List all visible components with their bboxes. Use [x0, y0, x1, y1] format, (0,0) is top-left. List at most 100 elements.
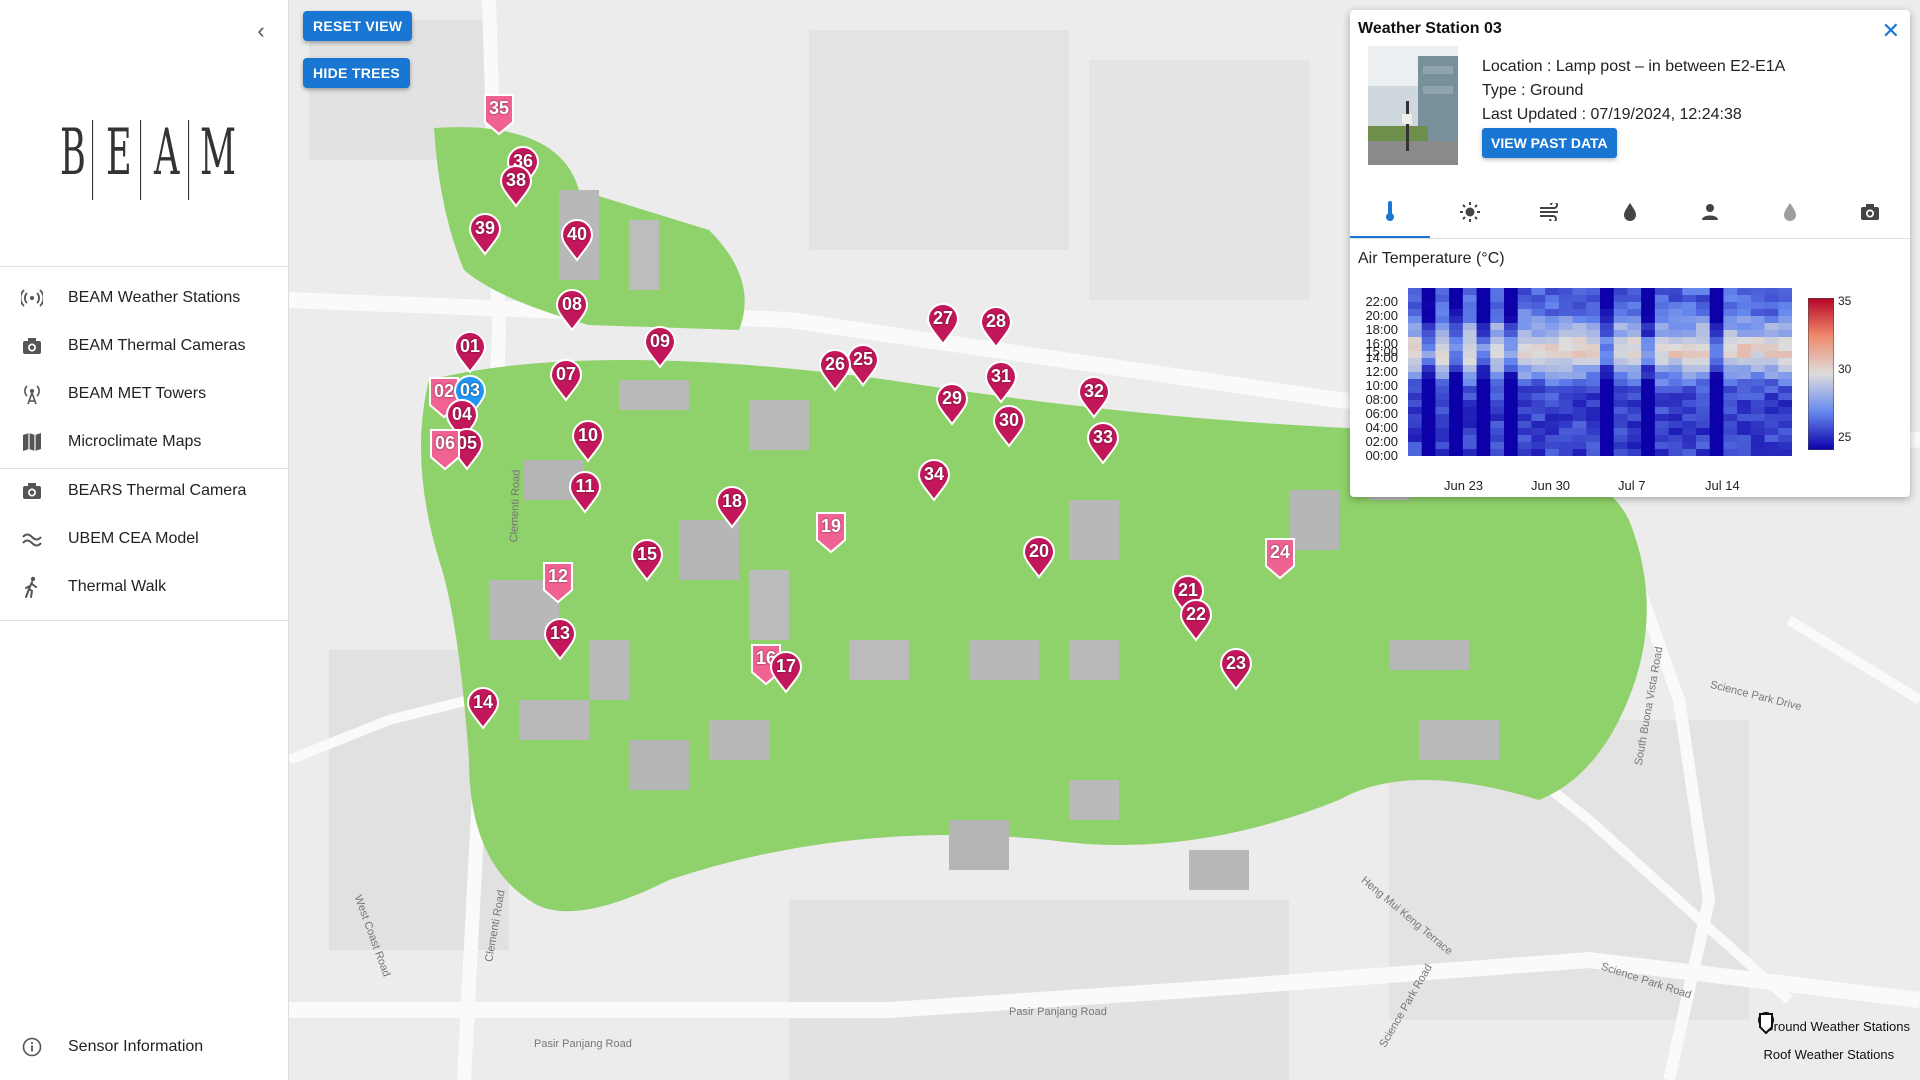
road-label: Clementi Road [508, 469, 523, 543]
station-pin-07[interactable]: 07 [549, 358, 583, 402]
heatmap-cell [1641, 379, 1656, 387]
heatmap-cell [1668, 330, 1683, 338]
view-past-data-button[interactable]: VIEW PAST DATA [1482, 128, 1617, 158]
station-pin-13[interactable]: 13 [543, 617, 577, 661]
station-pin-06[interactable]: 06 [428, 427, 462, 471]
tab-humidity[interactable] [1590, 190, 1670, 238]
station-pin-10[interactable]: 10 [571, 419, 605, 463]
station-pin-18[interactable]: 18 [715, 485, 749, 529]
heatmap-cell [1572, 302, 1587, 310]
station-pin-01[interactable]: 01 [453, 330, 487, 374]
heatmap-cell [1696, 358, 1711, 366]
heatmap-cell [1408, 365, 1423, 373]
heatmap-cell [1435, 358, 1450, 366]
station-pin-11[interactable]: 11 [568, 470, 602, 514]
heatmap-cell [1531, 400, 1546, 408]
heatmap-cell [1778, 442, 1792, 450]
station-pin-17[interactable]: 17 [769, 650, 803, 694]
station-pin-23[interactable]: 23 [1219, 647, 1253, 691]
nav-bears-thermal-camera[interactable]: BEARS Thermal Camera [0, 468, 289, 514]
colorbar [1808, 298, 1834, 450]
nav-beam-thermal-cameras[interactable]: BEAM Thermal Cameras [0, 323, 289, 369]
tab-person[interactable] [1670, 190, 1750, 238]
heatmap-cell [1627, 351, 1642, 359]
heatmap-cell [1421, 449, 1436, 456]
station-pin-20[interactable]: 20 [1022, 535, 1056, 579]
heatmap-cell [1421, 407, 1436, 415]
station-pin-39[interactable]: 39 [468, 212, 502, 256]
nav-sensor-information[interactable]: Sensor Information [0, 1024, 289, 1070]
station-pin-22[interactable]: 22 [1179, 598, 1213, 642]
heatmap-cell [1449, 358, 1464, 366]
divider [0, 620, 289, 621]
heatmap-cell [1709, 288, 1724, 296]
tab-wind[interactable] [1510, 190, 1590, 238]
station-pin-31[interactable]: 31 [984, 360, 1018, 404]
heatmap-cell [1750, 379, 1765, 387]
heatmap-cell [1778, 295, 1792, 303]
heatmap-cell [1476, 309, 1491, 317]
station-pin-label: 28 [985, 311, 1007, 331]
heatmap-cell [1600, 323, 1615, 331]
heatmap-cell [1668, 407, 1683, 415]
heatmap-cell [1408, 407, 1423, 415]
tab-temperature[interactable] [1350, 190, 1430, 238]
heatmap-cell [1613, 386, 1628, 394]
station-pin-26[interactable]: 26 [818, 348, 852, 392]
heatmap-cell [1462, 295, 1477, 303]
station-pin-30[interactable]: 30 [992, 404, 1026, 448]
heatmap-cell [1408, 295, 1423, 303]
heatmap-cell [1668, 449, 1683, 456]
station-pin-15[interactable]: 15 [630, 538, 664, 582]
station-pin-33[interactable]: 33 [1086, 421, 1120, 465]
heatmap-cell [1654, 351, 1669, 359]
heatmap-cell [1737, 323, 1752, 331]
nav-microclimate-maps[interactable]: Microclimate Maps [0, 419, 289, 465]
tab-rain[interactable] [1750, 190, 1830, 238]
heatmap-cell [1682, 323, 1697, 331]
station-pin-09[interactable]: 09 [643, 325, 677, 369]
station-pin-28[interactable]: 28 [979, 305, 1013, 349]
station-pin-label: 08 [561, 294, 583, 314]
heatmap-cell [1696, 288, 1711, 296]
heatmap-cell [1586, 393, 1601, 401]
heatmap-cell [1654, 421, 1669, 429]
heatmap-cell [1421, 379, 1436, 387]
heatmap-cell [1435, 372, 1450, 380]
heatmap-cell [1421, 386, 1436, 394]
hide-trees-button[interactable]: HIDE TREES [303, 58, 411, 88]
heatmap-cell [1600, 442, 1615, 450]
nav-thermal-walk[interactable]: Thermal Walk [0, 564, 289, 610]
heatmap-cell [1517, 330, 1532, 338]
nav-ubem-cea-model[interactable]: UBEM CEA Model [0, 516, 289, 562]
last-updated-text: Last Updated : 07/19/2024, 12:24:38 [1482, 106, 1742, 123]
station-pin-14[interactable]: 14 [466, 686, 500, 730]
heatmap-cell [1737, 372, 1752, 380]
station-pin-40[interactable]: 40 [560, 218, 594, 262]
station-pin-34[interactable]: 34 [917, 458, 951, 502]
heatmap-cell [1531, 372, 1546, 380]
tab-camera[interactable] [1830, 190, 1910, 238]
heatmap-cell [1641, 393, 1656, 401]
tab-solar[interactable] [1430, 190, 1510, 238]
heatmap-cell [1696, 351, 1711, 359]
road-label: Pasir Panjang Road [1009, 1006, 1107, 1018]
heatmap-cell [1586, 344, 1601, 352]
heatmap-cell [1641, 351, 1656, 359]
close-icon[interactable]: ✕ [1882, 18, 1900, 44]
nav-beam-weather-stations[interactable]: BEAM Weather Stations [0, 275, 289, 321]
station-pin-12[interactable]: 12 [541, 560, 575, 604]
station-pin-35[interactable]: 35 [482, 92, 516, 136]
station-pin-24[interactable]: 24 [1263, 536, 1297, 580]
station-pin-19[interactable]: 19 [814, 510, 848, 554]
station-pin-38[interactable]: 38 [499, 164, 533, 208]
collapse-sidebar-icon[interactable]: ‹ [250, 20, 272, 42]
station-pin-29[interactable]: 29 [935, 382, 969, 426]
station-pin-08[interactable]: 08 [555, 288, 589, 332]
nav-beam-met-towers[interactable]: BEAM MET Towers [0, 371, 289, 417]
station-pin-32[interactable]: 32 [1077, 375, 1111, 419]
heatmap-cell [1545, 393, 1560, 401]
station-pin-27[interactable]: 27 [926, 302, 960, 346]
station-pin-label: 22 [1185, 604, 1207, 624]
reset-view-button[interactable]: RESET VIEW [303, 11, 413, 41]
